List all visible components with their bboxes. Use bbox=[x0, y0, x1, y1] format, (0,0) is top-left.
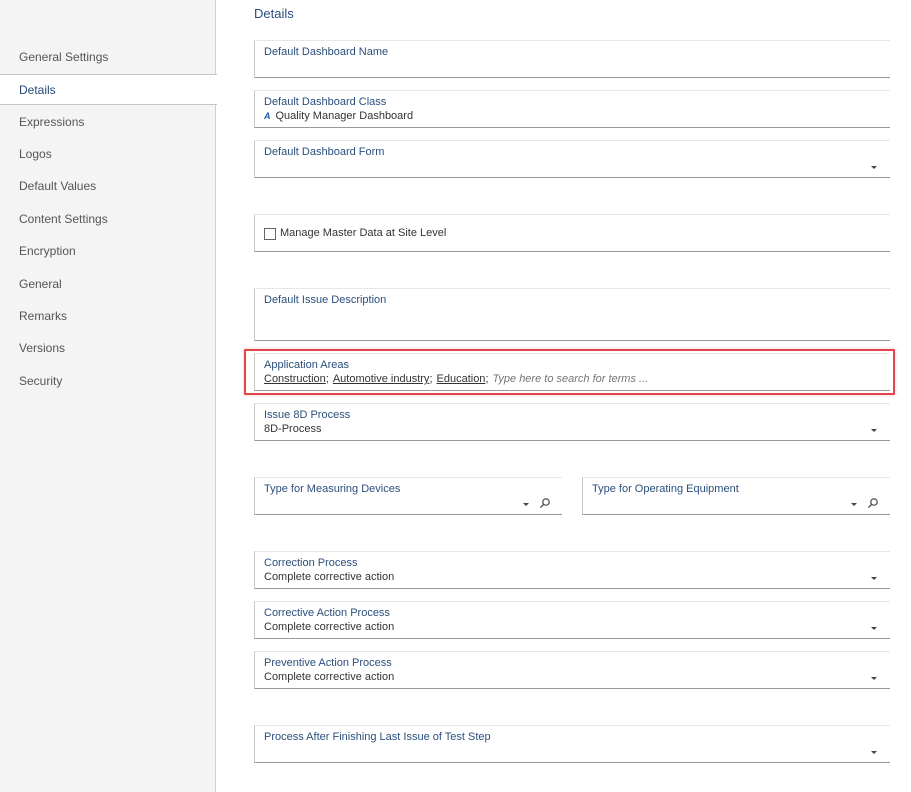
tag-separator: ; bbox=[485, 373, 489, 385]
tag-automotive-industry[interactable]: Automotive industry bbox=[333, 373, 430, 385]
sidebar-item-details[interactable]: Details bbox=[0, 74, 217, 105]
dashboard-name-label: Default Dashboard Name bbox=[264, 46, 389, 58]
corrective-action-process-dropdown[interactable]: Corrective Action Process Complete corre… bbox=[254, 601, 890, 639]
page-title: Details bbox=[254, 6, 294, 21]
chevron-down-icon[interactable] bbox=[851, 503, 857, 506]
dashboard-name-field[interactable]: Default Dashboard Name bbox=[254, 40, 890, 78]
process-after-last-issue-label: Process After Finishing Last Issue of Te… bbox=[264, 731, 491, 743]
corrective-action-process-value: Complete corrective action bbox=[264, 621, 395, 633]
dashboard-form-label: Default Dashboard Form bbox=[264, 146, 385, 158]
chevron-down-icon[interactable] bbox=[871, 751, 877, 754]
correction-process-dropdown[interactable]: Correction Process Complete corrective a… bbox=[254, 551, 890, 589]
correction-process-value: Complete corrective action bbox=[264, 571, 395, 583]
sidebar-item-default-values[interactable]: Default Values bbox=[0, 171, 216, 202]
process-after-last-issue-dropdown[interactable]: Process After Finishing Last Issue of Te… bbox=[254, 725, 890, 763]
corrective-action-process-label: Corrective Action Process bbox=[264, 607, 390, 619]
preventive-action-process-dropdown[interactable]: Preventive Action Process Complete corre… bbox=[254, 651, 890, 689]
measuring-devices-dropdown[interactable]: Type for Measuring Devices bbox=[254, 477, 562, 515]
chevron-down-icon[interactable] bbox=[871, 429, 877, 432]
issue-description-label: Default Issue Description bbox=[264, 294, 387, 306]
manage-master-data-checkbox[interactable] bbox=[264, 228, 276, 240]
sidebar-item-encryption[interactable]: Encryption bbox=[0, 236, 216, 267]
dashboard-class-field[interactable]: Default Dashboard Class A Quality Manager… bbox=[254, 90, 890, 128]
dashboard-class-label: Default Dashboard Class bbox=[264, 96, 387, 108]
sidebar-item-content-settings[interactable]: Content Settings bbox=[0, 204, 216, 235]
dashboard-class-value: Quality Manager Dashboard bbox=[275, 110, 414, 122]
dashboard-form-dropdown[interactable]: Default Dashboard Form bbox=[254, 140, 890, 178]
issue-8d-process-label: Issue 8D Process bbox=[264, 409, 351, 421]
manage-master-data-label: Manage Master Data at Site Level bbox=[280, 227, 447, 239]
sidebar-item-versions[interactable]: Versions bbox=[0, 333, 216, 364]
issue-8d-process-dropdown[interactable]: Issue 8D Process 8D-Process bbox=[254, 403, 890, 441]
application-areas-search-input[interactable] bbox=[492, 373, 713, 385]
tag-separator: ; bbox=[429, 373, 433, 385]
sidebar-item-logos[interactable]: Logos bbox=[0, 139, 216, 170]
operating-equipment-dropdown[interactable]: Type for Operating Equipment bbox=[582, 477, 890, 515]
class-icon: A bbox=[264, 111, 271, 121]
tag-construction[interactable]: Construction bbox=[264, 373, 326, 385]
chevron-down-icon[interactable] bbox=[871, 627, 877, 630]
sidebar-item-general-settings[interactable]: General Settings bbox=[0, 42, 216, 73]
chevron-down-icon[interactable] bbox=[871, 677, 877, 680]
search-icon[interactable] bbox=[867, 497, 879, 509]
issue-8d-process-value: 8D-Process bbox=[264, 423, 322, 435]
preventive-action-process-value: Complete corrective action bbox=[264, 671, 395, 683]
sidebar-item-remarks[interactable]: Remarks bbox=[0, 301, 216, 332]
correction-process-label: Correction Process bbox=[264, 557, 358, 569]
sidebar-item-general[interactable]: General bbox=[0, 269, 216, 300]
chevron-down-icon[interactable] bbox=[523, 503, 529, 506]
operating-equipment-label: Type for Operating Equipment bbox=[592, 483, 739, 495]
issue-description-field[interactable]: Default Issue Description bbox=[254, 288, 890, 341]
search-icon[interactable] bbox=[539, 497, 551, 509]
dashboard-class-value-wrap: A Quality Manager Dashboard bbox=[264, 110, 413, 122]
application-areas-field[interactable]: Application Areas Construction; Automotiv… bbox=[254, 353, 890, 391]
manage-master-data-row: Manage Master Data at Site Level bbox=[254, 214, 890, 252]
preventive-action-process-label: Preventive Action Process bbox=[264, 657, 392, 669]
application-areas-label: Application Areas bbox=[264, 359, 349, 371]
tag-education[interactable]: Education bbox=[437, 373, 486, 385]
application-areas-tags: Construction; Automotive industry; Educati… bbox=[264, 373, 713, 385]
measuring-devices-label: Type for Measuring Devices bbox=[264, 483, 401, 495]
chevron-down-icon[interactable] bbox=[871, 166, 877, 169]
tag-separator: ; bbox=[325, 373, 329, 385]
settings-sidebar: General Settings Details Expressions Log… bbox=[0, 0, 217, 792]
sidebar-item-expressions[interactable]: Expressions bbox=[0, 107, 216, 138]
chevron-down-icon[interactable] bbox=[871, 577, 877, 580]
sidebar-item-security[interactable]: Security bbox=[0, 366, 216, 397]
